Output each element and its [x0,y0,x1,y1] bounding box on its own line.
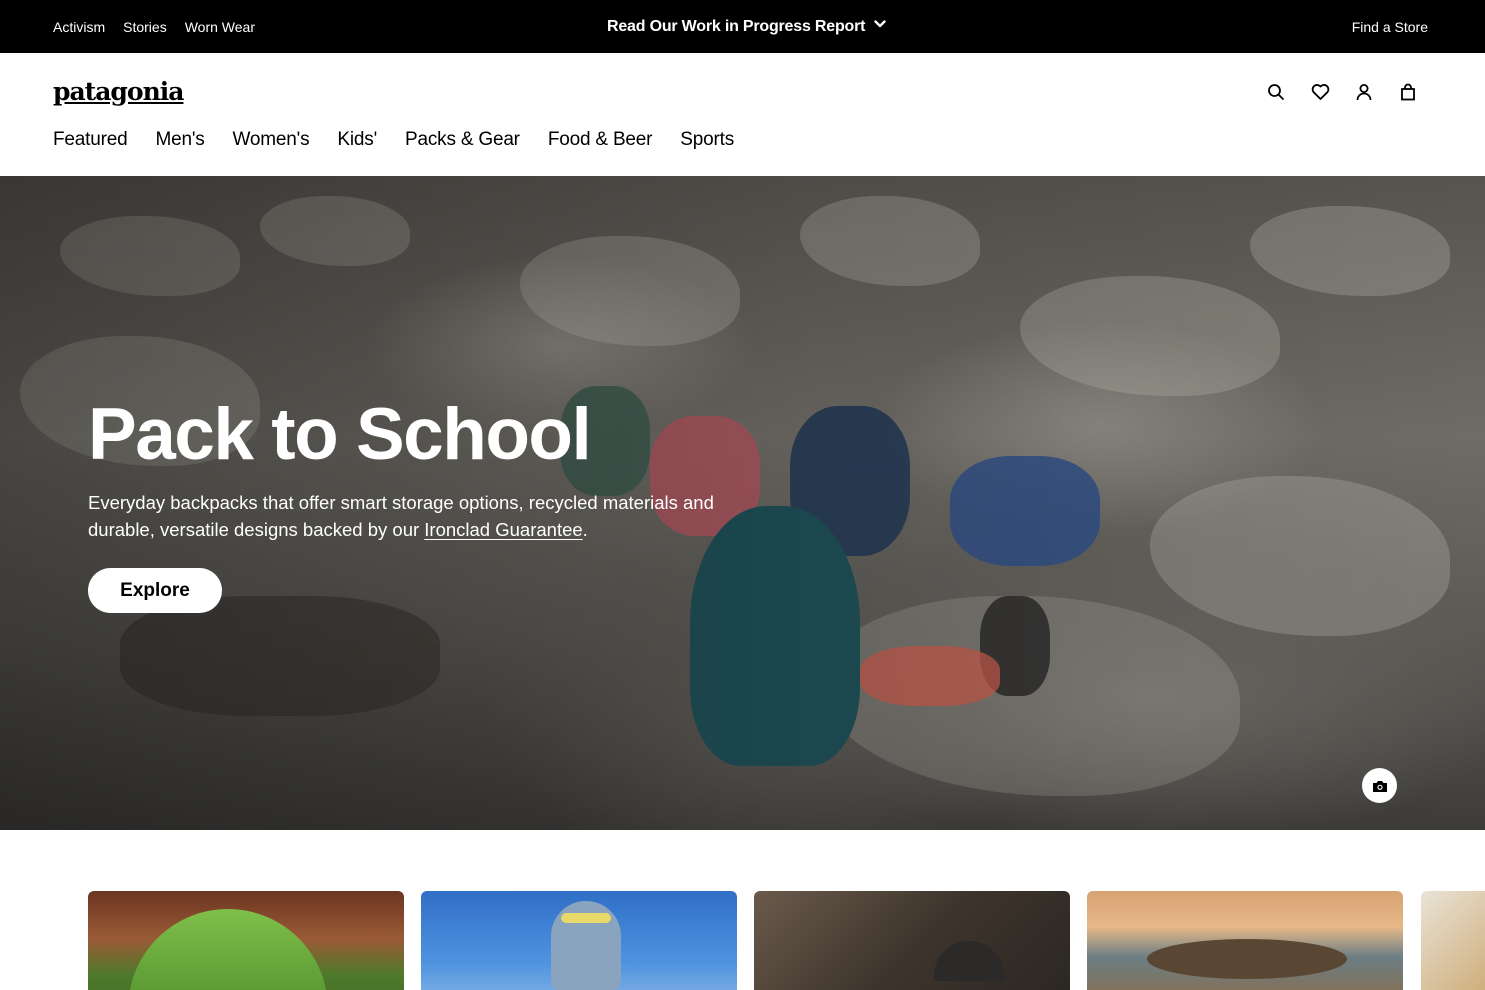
top-links: Activism Stories Worn Wear [53,0,255,53]
category-card[interactable] [88,891,404,990]
camera-icon[interactable] [1362,768,1397,803]
top-link-worn-wear[interactable]: Worn Wear [185,19,255,35]
hero-banner: Pack to School Everyday backpacks that o… [0,176,1485,830]
nav-sports[interactable]: Sports [680,129,734,151]
announcement-text: Read Our Work in Progress Report [607,17,866,35]
top-link-activism[interactable]: Activism [53,19,105,35]
search-icon[interactable] [1266,82,1286,102]
hero-subtitle: Everyday backpacks that offer smart stor… [88,489,748,543]
category-card[interactable] [1421,891,1485,990]
main-nav: Featured Men's Women's Kids' Packs & Gea… [53,129,734,151]
header-icons [1266,82,1418,102]
patagonia-logo[interactable]: patagonia [53,77,184,106]
category-cards [88,891,1485,990]
account-icon[interactable] [1354,82,1374,102]
ironclad-guarantee-link[interactable]: Ironclad Guarantee [424,519,582,540]
announcement-toggle[interactable]: Read Our Work in Progress Report [607,0,887,53]
heart-icon[interactable] [1310,82,1330,102]
chevron-down-icon [873,17,887,36]
find-store-link[interactable]: Find a Store [1352,19,1428,35]
explore-button[interactable]: Explore [88,568,222,613]
category-card[interactable] [1087,891,1403,990]
category-card[interactable] [754,891,1070,990]
bag-icon[interactable] [1398,82,1418,102]
hero-subtitle-end: . [582,519,588,540]
nav-kids[interactable]: Kids' [337,129,377,151]
hero-title: Pack to School [88,394,592,475]
site-header: patagonia Featured Men's Women's Kids' P… [0,53,1485,176]
nav-womens[interactable]: Women's [233,129,310,151]
category-card[interactable] [421,891,737,990]
top-link-stories[interactable]: Stories [123,19,167,35]
hero-subtitle-text: Everyday backpacks that offer smart stor… [88,492,714,540]
logo-text: patagonia [53,77,184,106]
nav-mens[interactable]: Men's [155,129,204,151]
nav-food-beer[interactable]: Food & Beer [548,129,653,151]
nav-featured[interactable]: Featured [53,129,128,151]
nav-packs-gear[interactable]: Packs & Gear [405,129,520,151]
top-bar: Activism Stories Worn Wear Read Our Work… [0,0,1485,53]
